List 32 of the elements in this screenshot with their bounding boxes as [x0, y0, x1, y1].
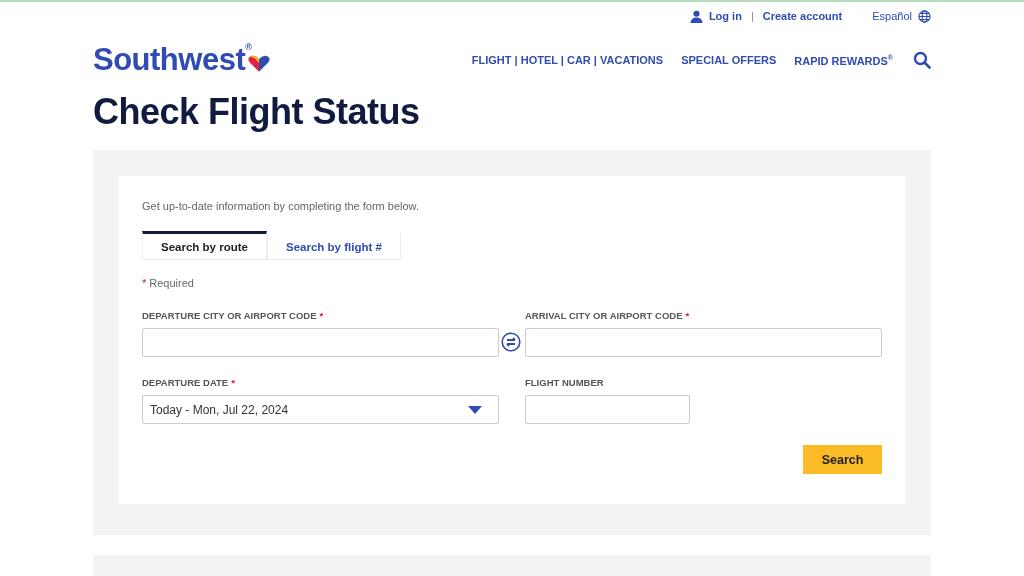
input-field[interactable]: [142, 328, 499, 357]
date-select[interactable]: Today - Mon, Jul 22, 2024: [142, 395, 499, 424]
nav-link[interactable]: SPECIAL OFFERS: [681, 54, 777, 66]
required-asterisk: *: [319, 310, 324, 321]
create-account-link[interactable]: Create account: [762, 10, 843, 22]
field-label: DEPARTURE CITY OR AIRPORT CODE: [142, 310, 317, 321]
heart-logo-icon: [248, 53, 271, 73]
swap-icon[interactable]: [501, 332, 521, 352]
user-icon: [689, 9, 703, 23]
search-button[interactable]: Search: [803, 445, 882, 474]
required-asterisk: *: [685, 310, 690, 321]
field-label: ARRIVAL CITY OR AIRPORT CODE: [525, 310, 683, 321]
language-link[interactable]: Español: [872, 10, 912, 22]
required-note: Required: [149, 277, 194, 289]
field-label: FLIGHT NUMBER: [525, 377, 604, 388]
nav-link[interactable]: RAPID REWARDS$^{®}$: [794, 53, 893, 67]
input-field[interactable]: [525, 328, 882, 357]
separator: |: [750, 10, 754, 22]
search-icon[interactable]: [913, 51, 931, 69]
page-title: Check Flight Status: [93, 92, 421, 132]
input-field[interactable]: [525, 395, 690, 424]
tab[interactable]: Search by route: [142, 231, 267, 260]
login-link[interactable]: Log in: [708, 10, 742, 22]
globe-icon[interactable]: [918, 9, 931, 23]
required-asterisk: *: [142, 277, 147, 289]
tab[interactable]: Search by flight #: [267, 231, 401, 260]
caret-icon: [468, 405, 482, 414]
field-label: DEPARTURE DATE: [142, 377, 229, 388]
nav-link[interactable]: FLIGHT | HOTEL | CAR | VACATIONS: [471, 54, 664, 66]
intro-text: Get up-to-date information by completing the form below.: [142, 200, 420, 212]
logo-wordmark[interactable]: Southwest$^{®}$: [93, 42, 252, 78]
required-asterisk: *: [231, 377, 235, 388]
